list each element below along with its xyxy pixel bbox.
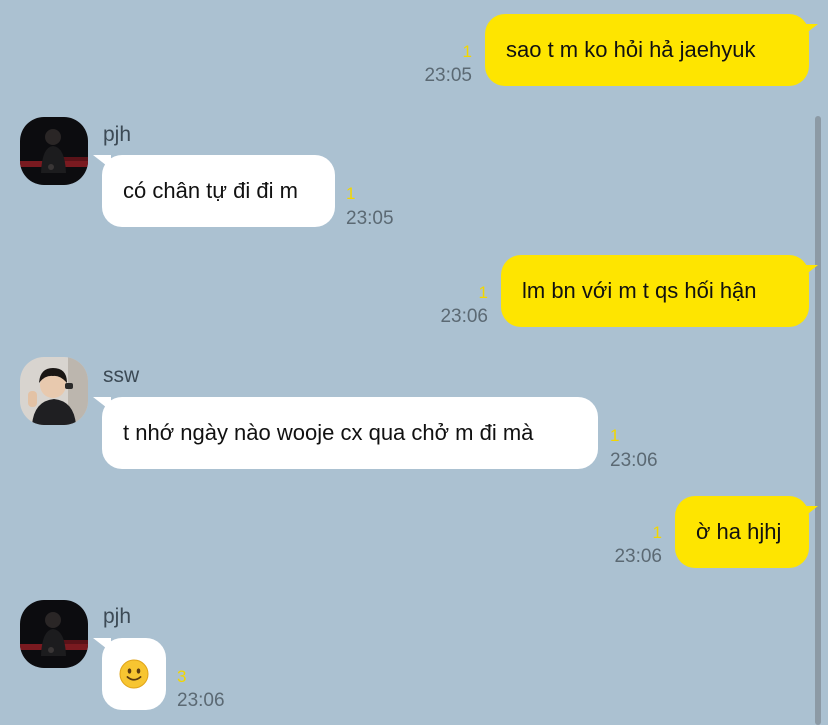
- person-dark-photo-icon: [20, 600, 88, 668]
- message-bubble[interactable]: ờ ha hjhj: [675, 496, 818, 568]
- unread-count: 1: [346, 184, 356, 203]
- unread-count: 1: [462, 42, 472, 61]
- slightly-smiling-face-emoji: [119, 659, 149, 689]
- person-dark-photo-icon: [20, 117, 88, 185]
- message-text: t nhớ ngày nào wooje cx qua chở m đi mà: [123, 420, 534, 445]
- message-time: 23:05: [346, 208, 394, 229]
- message-text: sao t m ko hỏi hả jaehyuk: [506, 37, 756, 62]
- sender-name: ssw: [103, 364, 140, 387]
- message-time: 23:06: [614, 546, 662, 567]
- scrollbar[interactable]: [815, 116, 821, 725]
- unread-count: 1: [478, 283, 488, 302]
- avatar[interactable]: [20, 600, 88, 668]
- avatar[interactable]: [20, 117, 88, 185]
- unread-count: 3: [177, 667, 187, 686]
- message-text: có chân tự đi đi m: [123, 178, 298, 203]
- message-bubble[interactable]: có chân tự đi đi m: [93, 155, 335, 227]
- sender-name: pjh: [103, 123, 132, 146]
- avatar[interactable]: [20, 357, 88, 425]
- person-light-photo-icon: [20, 357, 88, 425]
- message-time: 23:06: [440, 306, 488, 327]
- message-bubble[interactable]: lm bn với m t qs hối hận: [501, 255, 818, 327]
- message-text: lm bn với m t qs hối hận: [522, 278, 757, 303]
- message-bubble[interactable]: t nhớ ngày nào wooje cx qua chở m đi mà: [93, 397, 598, 469]
- message-time: 23:06: [610, 450, 658, 471]
- message-bubble[interactable]: [93, 638, 166, 710]
- message-time: 23:06: [177, 690, 225, 711]
- sender-name: pjh: [103, 605, 132, 628]
- unread-count: 1: [610, 426, 620, 445]
- unread-count: 1: [652, 523, 662, 542]
- message-bubble[interactable]: sao t m ko hỏi hả jaehyuk: [485, 14, 818, 86]
- message-time: 23:05: [424, 65, 472, 86]
- message-text: ờ ha hjhj: [696, 519, 782, 544]
